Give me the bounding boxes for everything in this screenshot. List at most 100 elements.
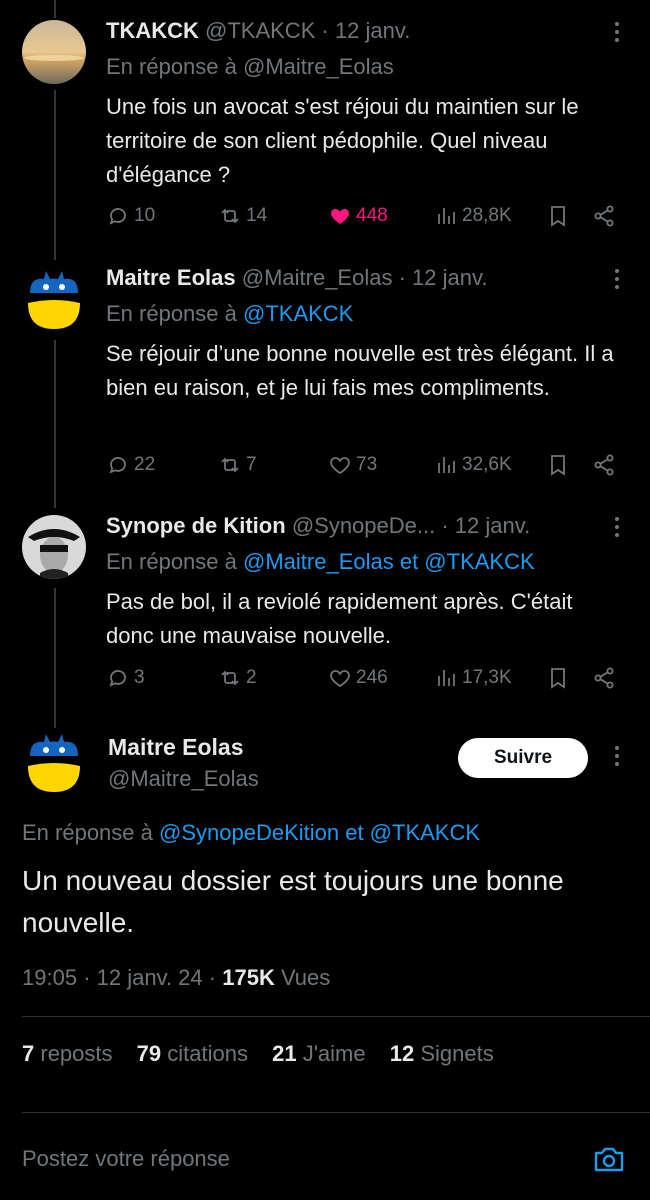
- bookmark-button[interactable]: [546, 204, 570, 228]
- more-options-icon[interactable]: [614, 22, 620, 46]
- reply-button[interactable]: 3: [106, 666, 145, 690]
- reply-prefix: En réponse à: [22, 820, 153, 845]
- views-button[interactable]: 17,3K: [434, 666, 512, 690]
- likes-stat[interactable]: 21 J'aime: [272, 1041, 366, 1066]
- tweet-date[interactable]: · 12 janv.: [441, 513, 530, 538]
- avatar[interactable]: [22, 515, 86, 579]
- reply-icon: [109, 457, 126, 474]
- views-count: 32,6K: [462, 454, 512, 475]
- share-icon: [594, 205, 614, 227]
- more-options-icon[interactable]: [614, 746, 620, 770]
- tweet-text: Une fois un avocat s'est réjoui du maint…: [106, 94, 579, 187]
- reply-button[interactable]: 10: [106, 204, 155, 228]
- heart-icon: [330, 670, 350, 688]
- engagement-stats: 7 reposts 79 citations 21 J'aime 12 Sign…: [22, 1041, 512, 1067]
- tweet-header: Maitre Eolas @Maitre_Eolas · 12 janv.: [106, 265, 487, 291]
- tweet[interactable]: Maitre Eolas @Maitre_Eolas · 12 janv. En…: [0, 265, 650, 495]
- author-name[interactable]: Maitre Eolas: [106, 265, 236, 290]
- bookmark-button[interactable]: [546, 453, 570, 477]
- author-name[interactable]: TKAKCK: [106, 18, 199, 43]
- repost-count: 2: [246, 667, 257, 688]
- avatar[interactable]: [22, 267, 86, 331]
- views-button[interactable]: 28,8K: [434, 204, 512, 228]
- avatar[interactable]: [22, 730, 86, 794]
- bookmark-icon: [551, 455, 565, 476]
- reply-context: En réponse à @TKAKCK: [106, 301, 353, 327]
- repost-button[interactable]: 14: [218, 204, 267, 228]
- views-count: 17,3K: [462, 667, 512, 688]
- bookmark-icon: [551, 668, 565, 689]
- repost-icon: [221, 208, 239, 224]
- author-handle[interactable]: @Maitre_Eolas: [242, 265, 393, 290]
- like-button[interactable]: 73: [328, 453, 377, 477]
- tweet-time[interactable]: 19:05: [22, 965, 77, 990]
- like-count: 448: [356, 205, 388, 226]
- views-button[interactable]: 32,6K: [434, 453, 512, 477]
- tweet-date[interactable]: · 12 janv.: [399, 265, 488, 290]
- repost-button[interactable]: 7: [218, 453, 257, 477]
- author-handle[interactable]: @Maitre_Eolas: [108, 766, 259, 792]
- follow-button[interactable]: Suivre: [458, 738, 588, 778]
- reply-target-link[interactable]: @Maitre_Eolas: [243, 54, 394, 79]
- reply-target-link[interactable]: @Maitre_Eolas et @TKAKCK: [243, 549, 535, 574]
- reply-prefix: En réponse à: [106, 301, 237, 326]
- repost-icon: [221, 457, 239, 473]
- bookmarks-stat[interactable]: 12 Signets: [390, 1041, 494, 1066]
- tweet-date[interactable]: 12 janv. 24: [97, 965, 203, 990]
- share-button[interactable]: [592, 666, 616, 690]
- author-handle[interactable]: @TKAKCK: [205, 18, 315, 43]
- share-icon: [594, 667, 614, 689]
- author-handle[interactable]: @SynopeDe...: [292, 513, 435, 538]
- reply-prefix: En réponse à: [106, 549, 237, 574]
- tweet[interactable]: TKAKCK @TKAKCK · 12 janv. En réponse à @…: [0, 18, 650, 248]
- reply-input[interactable]: Postez votre réponse: [22, 1146, 230, 1172]
- reply-target-link[interactable]: @TKAKCK: [243, 301, 353, 326]
- like-button[interactable]: 246: [328, 666, 388, 690]
- focused-tweet: Maitre Eolas @Maitre_Eolas Suivre En rép…: [0, 728, 650, 1118]
- more-options-icon[interactable]: [614, 517, 620, 541]
- reply-count: 3: [134, 667, 145, 688]
- repost-count: 7: [246, 454, 257, 475]
- share-button[interactable]: [592, 453, 616, 477]
- camera-icon[interactable]: [592, 1142, 626, 1176]
- tweet-actions: 3 2 246 17,3K: [100, 666, 620, 696]
- tweet-meta: 19:05 · 12 janv. 24 · 175K Vues: [22, 965, 331, 990]
- divider: [22, 1112, 650, 1113]
- views-count: 28,8K: [462, 205, 512, 226]
- views-icon: [438, 670, 455, 686]
- author-name[interactable]: Synope de Kition: [106, 513, 286, 538]
- tweet-text: Pas de bol, il a reviolé rapidement aprè…: [106, 589, 573, 648]
- tweet-actions: 10 14 448 28,8K: [100, 204, 620, 234]
- reply-button[interactable]: 22: [106, 453, 155, 477]
- share-button[interactable]: [592, 204, 616, 228]
- tweet-header: TKAKCK @TKAKCK · 12 janv.: [106, 18, 410, 44]
- heart-icon: [330, 457, 350, 475]
- author-name[interactable]: Maitre Eolas: [108, 734, 244, 761]
- tweet[interactable]: Synope de Kition @SynopeDe... · 12 janv.…: [0, 513, 650, 713]
- quotes-stat[interactable]: 79 citations: [137, 1041, 248, 1066]
- like-count: 246: [356, 667, 388, 688]
- avatar[interactable]: [22, 20, 86, 84]
- zorro-avatar-image: [22, 515, 86, 579]
- reply-icon: [109, 208, 126, 225]
- bookmark-button[interactable]: [546, 666, 570, 690]
- reposts-stat[interactable]: 7 reposts: [22, 1041, 113, 1066]
- more-options-icon[interactable]: [614, 269, 620, 293]
- like-button[interactable]: 448: [328, 204, 388, 228]
- thread-line: [54, 0, 56, 18]
- tweet-actions: 22 7 73 32,6K: [100, 453, 620, 483]
- views-icon: [438, 457, 455, 473]
- reply-count: 22: [134, 454, 156, 475]
- bookmark-icon: [551, 206, 565, 227]
- tweet-date[interactable]: · 12 janv.: [322, 18, 411, 43]
- share-icon: [594, 454, 614, 476]
- repost-button[interactable]: 2: [218, 666, 257, 690]
- reply-icon: [109, 670, 126, 687]
- views-count: 175K: [222, 965, 275, 990]
- reply-context: En réponse à @Maitre_Eolas: [106, 54, 394, 80]
- totoro-avatar-image: [22, 267, 86, 331]
- reply-count: 10: [134, 205, 156, 226]
- tweet-text: Se réjouir d’une bonne nouvelle est très…: [106, 341, 614, 400]
- tweet-header: Synope de Kition @SynopeDe... · 12 janv.: [106, 513, 530, 539]
- reply-target-link[interactable]: @SynopeDeKition et @TKAKCK: [159, 820, 480, 845]
